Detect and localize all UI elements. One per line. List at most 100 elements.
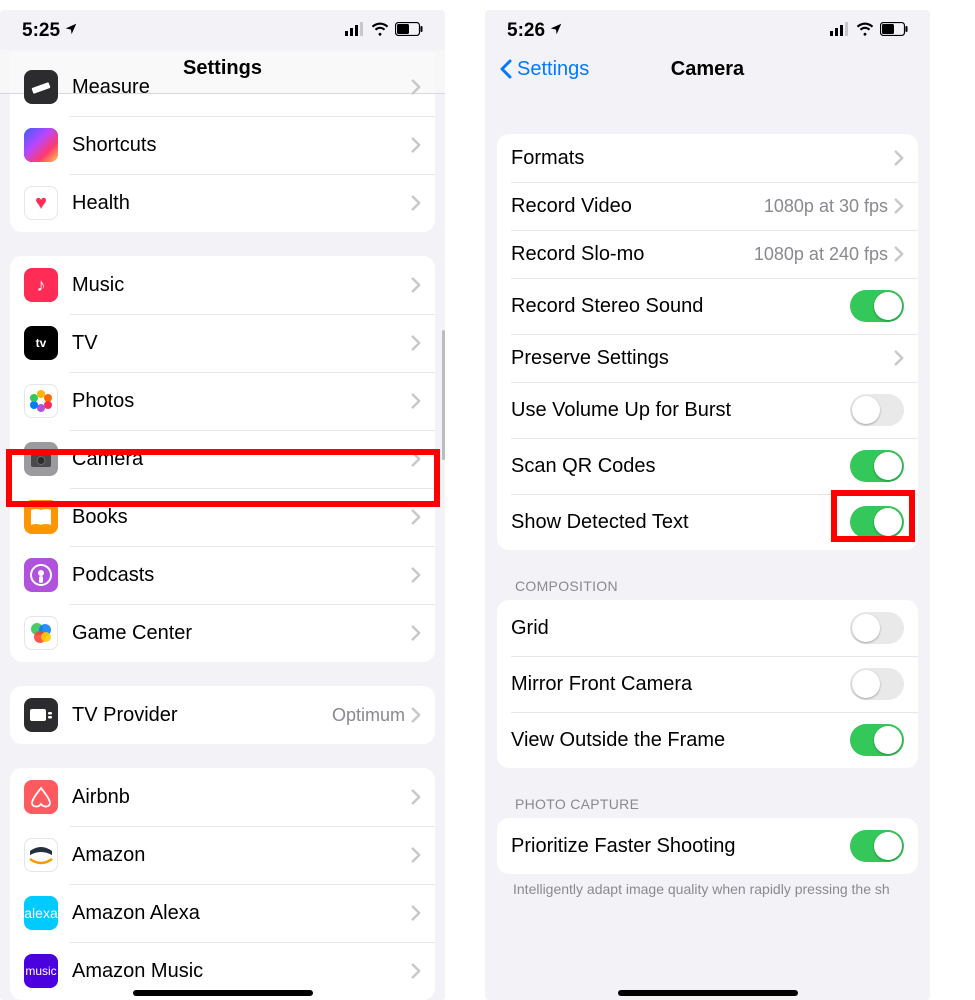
toggle-switch[interactable]: [850, 290, 904, 322]
screenshot-settings-root: 5:25 Settings: [0, 10, 445, 1000]
location-icon: [549, 20, 563, 42]
home-indicator[interactable]: [618, 990, 798, 996]
row-value: Optimum: [332, 705, 405, 726]
wifi-icon: [371, 20, 389, 42]
chevron-right-icon: [411, 567, 421, 583]
chevron-right-icon: [411, 707, 421, 723]
settings-row[interactable]: Prioritize Faster Shooting: [497, 818, 918, 874]
settings-row[interactable]: Record Slo-mo 1080p at 240 fps: [497, 230, 918, 278]
section-header-composition: COMPOSITION: [515, 578, 918, 594]
row-label: Show Detected Text: [511, 511, 850, 534]
scrollbar[interactable]: [442, 330, 445, 460]
status-bar: 5:26: [485, 10, 930, 50]
status-time: 5:25: [22, 20, 60, 42]
section-header-photo-capture: PHOTO CAPTURE: [515, 796, 918, 812]
settings-row[interactable]: Formats: [497, 134, 918, 182]
row-label: Amazon Music: [72, 960, 411, 983]
row-value: 1080p at 240 fps: [754, 244, 888, 265]
row-label: Record Stereo Sound: [511, 295, 850, 318]
app-icon: ♪: [24, 268, 58, 302]
wifi-icon: [856, 20, 874, 42]
row-label: Preserve Settings: [511, 347, 894, 370]
settings-row[interactable]: Amazon: [10, 826, 435, 884]
cellular-icon: [830, 20, 850, 42]
chevron-right-icon: [411, 393, 421, 409]
row-label: Camera: [72, 448, 411, 471]
chevron-right-icon: [411, 789, 421, 805]
app-icon: [24, 616, 58, 650]
settings-group: Prioritize Faster Shooting: [497, 818, 918, 874]
toggle-switch[interactable]: [850, 450, 904, 482]
chevron-right-icon: [894, 150, 904, 166]
settings-row[interactable]: Podcasts: [10, 546, 435, 604]
settings-group: Grid Mirror Front Camera View Outside th…: [497, 600, 918, 768]
row-label: Record Slo-mo: [511, 243, 754, 266]
chevron-right-icon: [411, 905, 421, 921]
chevron-right-icon: [894, 350, 904, 366]
app-icon: [24, 500, 58, 534]
row-label: Music: [72, 274, 411, 297]
toggle-switch[interactable]: [850, 612, 904, 644]
settings-group: Airbnb Amazon alexa Amazon Alexa music A…: [10, 768, 435, 1000]
app-icon: tv: [24, 326, 58, 360]
row-label: Use Volume Up for Burst: [511, 399, 850, 422]
row-label: Health: [72, 192, 411, 215]
settings-row[interactable]: alexa Amazon Alexa: [10, 884, 435, 942]
settings-row[interactable]: Grid: [497, 600, 918, 656]
app-icon: [24, 384, 58, 418]
toggle-switch[interactable]: [850, 830, 904, 862]
app-icon: alexa: [24, 896, 58, 930]
row-label: Photos: [72, 390, 411, 413]
settings-row[interactable]: ♪ Music: [10, 256, 435, 314]
row-label: Measure: [72, 76, 411, 99]
settings-row[interactable]: Camera: [10, 430, 435, 488]
settings-row[interactable]: Scan QR Codes: [497, 438, 918, 494]
toggle-switch[interactable]: [850, 668, 904, 700]
toggle-switch[interactable]: [850, 724, 904, 756]
chevron-right-icon: [411, 625, 421, 641]
settings-row[interactable]: Books: [10, 488, 435, 546]
chevron-right-icon: [411, 277, 421, 293]
row-label: Formats: [511, 147, 894, 170]
row-label: Record Video: [511, 195, 764, 218]
settings-row[interactable]: ♥ Health: [10, 174, 435, 232]
app-icon: [24, 838, 58, 872]
settings-row[interactable]: Preserve Settings: [497, 334, 918, 382]
settings-group: ♪ Music tv TV Photos Camera Books Podcas…: [10, 256, 435, 662]
settings-row[interactable]: Game Center: [10, 604, 435, 662]
settings-row[interactable]: TV Provider Optimum: [10, 686, 435, 744]
app-icon: [24, 70, 58, 104]
settings-list[interactable]: Measure Shortcuts ♥ Health ♪ Music tv TV…: [0, 52, 445, 1000]
row-label: Books: [72, 506, 411, 529]
settings-group: TV Provider Optimum: [10, 686, 435, 744]
chevron-right-icon: [894, 198, 904, 214]
settings-row[interactable]: Airbnb: [10, 768, 435, 826]
app-icon: music: [24, 954, 58, 988]
app-icon: ♥: [24, 186, 58, 220]
nav-bar: Settings Camera: [485, 50, 930, 94]
battery-icon: [880, 20, 908, 42]
camera-settings-list[interactable]: Formats Record Video 1080p at 30 fps Rec…: [485, 134, 930, 908]
settings-row[interactable]: View Outside the Frame: [497, 712, 918, 768]
chevron-right-icon: [411, 335, 421, 351]
settings-row[interactable]: Use Volume Up for Burst: [497, 382, 918, 438]
page-title: Camera: [671, 58, 744, 81]
row-label: Amazon: [72, 844, 411, 867]
settings-group: Formats Record Video 1080p at 30 fps Rec…: [497, 134, 918, 550]
home-indicator[interactable]: [133, 990, 313, 996]
settings-row[interactable]: Measure: [10, 58, 435, 116]
back-button[interactable]: Settings: [499, 58, 589, 81]
settings-row[interactable]: Photos: [10, 372, 435, 430]
cellular-icon: [345, 20, 365, 42]
app-icon: [24, 780, 58, 814]
settings-row[interactable]: tv TV: [10, 314, 435, 372]
settings-row[interactable]: Show Detected Text: [497, 494, 918, 550]
settings-row[interactable]: Record Video 1080p at 30 fps: [497, 182, 918, 230]
row-label: Scan QR Codes: [511, 455, 850, 478]
settings-row[interactable]: Mirror Front Camera: [497, 656, 918, 712]
toggle-switch[interactable]: [850, 394, 904, 426]
settings-row[interactable]: Record Stereo Sound: [497, 278, 918, 334]
settings-row[interactable]: Shortcuts: [10, 116, 435, 174]
chevron-right-icon: [411, 137, 421, 153]
toggle-switch[interactable]: [850, 506, 904, 538]
